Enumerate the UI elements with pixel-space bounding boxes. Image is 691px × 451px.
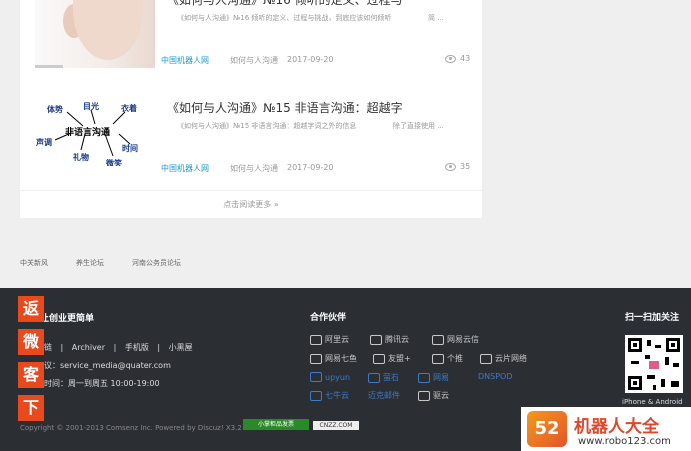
footer-about-links: 链 | Archiver | 手机版 | 小黑屋: [44, 343, 193, 352]
mindmap-node: 时间: [122, 144, 138, 153]
thumbnail-progress-bar: [35, 65, 63, 68]
footer-hours: 时间：周一到周五 10:00-19:00: [44, 379, 160, 388]
dark-room-link[interactable]: 小黑屋: [169, 343, 193, 352]
article-list-card: 《如何与人沟通》№16 倾听的定义、过程与 《如何与人沟通》№16 倾听的定义、…: [20, 0, 482, 218]
article-desc-tail: 除了直接使用 ...: [393, 122, 444, 130]
partner-logo[interactable]: 云片网络: [480, 353, 527, 364]
partner-logo[interactable]: 萤石: [368, 372, 399, 383]
partner-logo[interactable]: 友盟+: [373, 353, 411, 364]
article-tag-link[interactable]: 如何与人沟通: [230, 163, 278, 174]
article-date: 2017-09-20: [287, 55, 334, 64]
wechat-button[interactable]: 微: [18, 329, 44, 355]
partners-title: 合作伙伴: [310, 313, 347, 323]
mindmap-center: 非语言沟通: [65, 128, 111, 138]
netease-icon: [418, 372, 430, 383]
partner-logo[interactable]: 个推: [432, 353, 463, 364]
article-thumbnail[interactable]: 体势 目光 衣着 声调 时间 礼物 微笑 非语言沟通: [35, 98, 155, 166]
footer-email: 议：service_media@quater.com: [44, 361, 171, 370]
back-to-top-button[interactable]: 返: [18, 296, 44, 322]
friend-link[interactable]: 中关新风: [20, 258, 48, 268]
cloud-icon: [370, 334, 382, 345]
partner-logo[interactable]: DNSPOD: [478, 372, 513, 381]
mindmap-node: 目光: [83, 102, 99, 111]
umeng-icon: [373, 353, 385, 364]
qiyu-icon: [310, 353, 322, 364]
qiniu-icon: [310, 390, 322, 401]
view-count: 43: [445, 54, 470, 63]
footer-about-title: 让创业更简单: [40, 314, 95, 324]
eye-icon: [445, 54, 456, 63]
brand-logo: 52: [527, 411, 567, 447]
brand-watermark: 52 机器人大全 www.robo123.com: [521, 407, 691, 451]
brand-name: 机器人大全: [574, 417, 659, 437]
article-category-link[interactable]: 中国机器人网: [161, 163, 209, 174]
yunpian-icon: [480, 353, 492, 364]
friend-link[interactable]: 河南公务员论坛: [132, 258, 181, 268]
partner-logo[interactable]: 腾讯云: [370, 334, 409, 345]
mobile-link[interactable]: 手机版: [125, 343, 149, 352]
copyright: Copyright © 2001-2013 Comsenz Inc. Power…: [20, 424, 242, 432]
eye-icon: [445, 162, 456, 171]
aliyun-icon: [310, 334, 322, 345]
mindmap-node: 衣着: [121, 104, 137, 113]
face-illustration: [73, 0, 143, 60]
scan-caption: iPhone & Android: [622, 398, 683, 406]
article-date: 2017-09-20: [287, 163, 334, 172]
partner-logo[interactable]: 迈克邮件: [368, 390, 400, 401]
load-more-button[interactable]: 点击阅读更多 »: [20, 190, 482, 219]
article-category-link[interactable]: 中国机器人网: [161, 55, 209, 66]
mindmap-node: 礼物: [73, 153, 89, 162]
mindmap-node: 体势: [47, 105, 63, 114]
scan-title: 扫一扫加关注: [625, 313, 680, 323]
download-button[interactable]: 下: [18, 395, 44, 421]
friend-link[interactable]: 养生论坛: [76, 258, 104, 268]
partner-logo[interactable]: 阿里云: [310, 334, 349, 345]
article-thumbnail[interactable]: [35, 0, 155, 68]
mindmap-node: 微笑: [106, 159, 122, 166]
partner-logo[interactable]: 网易: [418, 372, 449, 383]
article-desc-tail: 简 ...: [428, 14, 444, 22]
partner-logo[interactable]: 驱云: [418, 390, 449, 401]
article-tag-link[interactable]: 如何与人沟通: [230, 55, 278, 66]
mindmap-node: 声调: [36, 138, 52, 147]
quyun-icon: [418, 390, 430, 401]
netease-icon: [432, 334, 444, 345]
getui-icon: [432, 353, 444, 364]
article-title[interactable]: 《如何与人沟通》№15 非语言沟通：超越字: [167, 99, 403, 116]
partner-logo[interactable]: upyun: [310, 372, 350, 382]
footer-badge[interactable]: 小掌柜品发票: [243, 419, 309, 430]
article-title[interactable]: 《如何与人沟通》№16 倾听的定义、过程与: [167, 0, 403, 8]
footer-link[interactable]: 链: [44, 343, 52, 352]
client-button[interactable]: 客: [18, 362, 44, 388]
article-desc: 《如何与人沟通》№15 非语言沟通：超越字词之外的信息: [177, 122, 357, 130]
partner-logo[interactable]: 网易云信: [432, 334, 479, 345]
partner-logo[interactable]: 网易七鱼: [310, 353, 357, 364]
article-desc: 《如何与人沟通》№16 倾听的定义、过程与挑战，到底应该如何倾听: [177, 14, 392, 22]
qr-code: [625, 335, 683, 393]
brand-url: www.robo123.com: [578, 436, 671, 447]
cnzz-badge[interactable]: CNZZ.COM: [313, 421, 359, 430]
view-count: 35: [445, 162, 470, 171]
upyun-icon: [310, 372, 322, 382]
ezviz-icon: [368, 372, 380, 383]
partner-logo[interactable]: 七牛云: [310, 390, 349, 401]
archiver-link[interactable]: Archiver: [72, 343, 105, 352]
